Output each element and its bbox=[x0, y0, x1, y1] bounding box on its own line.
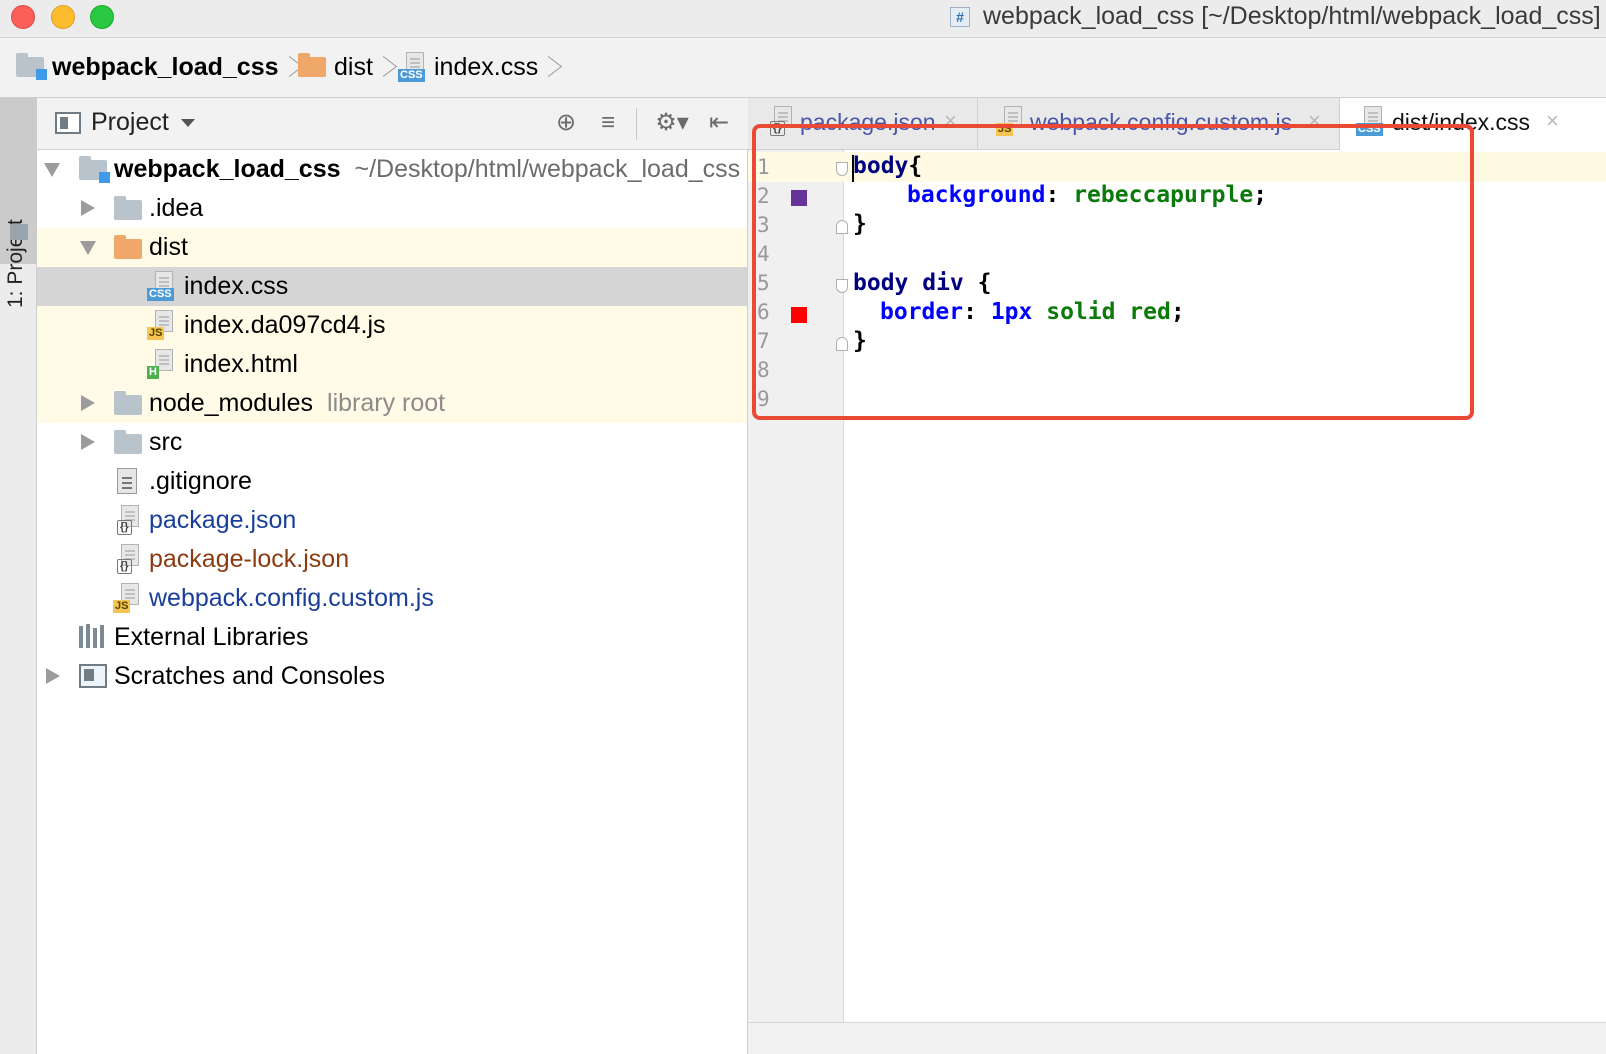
folder-icon bbox=[114, 235, 142, 259]
tree-item-label: .idea bbox=[149, 194, 204, 222]
chevron-right-icon bbox=[381, 52, 393, 82]
tree-item-src[interactable]: src bbox=[37, 423, 747, 462]
tree-item-scratches[interactable]: Scratches and Consoles bbox=[37, 657, 747, 696]
collapse-all-icon[interactable]: ≡ bbox=[594, 110, 622, 138]
css-file-icon: # bbox=[950, 7, 970, 27]
project-panel-title: Project bbox=[91, 108, 169, 136]
tree-item-label: node_modules library root bbox=[149, 389, 446, 417]
expand-arrow-icon[interactable] bbox=[80, 241, 96, 255]
libraries-icon bbox=[79, 624, 107, 648]
folder-icon bbox=[114, 430, 142, 454]
settings-icon[interactable]: ⚙▾ bbox=[652, 110, 692, 138]
minimize-window-button[interactable] bbox=[51, 5, 75, 29]
tree-item-dist[interactable]: dist bbox=[37, 228, 747, 267]
project-tree: webpack_load_css ~/Desktop/html/webpack_l… bbox=[37, 150, 748, 1054]
hide-panel-icon[interactable]: ⇤ bbox=[705, 110, 733, 138]
tree-item-idea[interactable]: .idea bbox=[37, 189, 747, 228]
module-folder-icon bbox=[16, 53, 47, 80]
breadcrumb-item-project[interactable]: webpack_load_css bbox=[16, 50, 299, 84]
tree-item-index-css[interactable]: CSS index.css bbox=[37, 267, 747, 306]
tree-item-label: index.html bbox=[184, 350, 298, 378]
project-view-icon bbox=[55, 111, 81, 134]
close-tab-icon[interactable]: × bbox=[1546, 108, 1559, 134]
tree-item-package-json[interactable]: {} package.json bbox=[37, 501, 747, 540]
tool-window-strip: 1: Project bbox=[0, 98, 37, 1054]
folder-icon bbox=[114, 196, 142, 220]
tree-item-package-lock[interactable]: {} package-lock.json bbox=[37, 540, 747, 579]
expand-arrow-icon[interactable] bbox=[46, 668, 60, 684]
folder-icon bbox=[298, 53, 326, 77]
tree-item-label: dist bbox=[149, 233, 188, 261]
tree-item-label: webpack.config.custom.js bbox=[149, 584, 434, 612]
tree-item-gitignore[interactable]: .gitignore bbox=[37, 462, 747, 501]
project-tool-tab[interactable]: 1: Project bbox=[0, 98, 37, 308]
chevron-right-icon bbox=[546, 52, 558, 82]
breadcrumb: webpack_load_css dist CSS index.css bbox=[0, 38, 1606, 98]
tree-item-external-libraries[interactable]: External Libraries bbox=[37, 618, 747, 657]
close-window-button[interactable] bbox=[11, 5, 35, 29]
project-path: ~/Desktop/html/webpack_load_css bbox=[354, 155, 741, 183]
expand-arrow-icon[interactable] bbox=[81, 395, 95, 411]
breadcrumb-label: webpack_load_css bbox=[52, 52, 279, 81]
library-root-hint: library root bbox=[327, 389, 446, 417]
tree-item-label: index.css bbox=[184, 272, 289, 300]
breadcrumb-item-dist[interactable]: dist bbox=[298, 50, 393, 84]
tree-item-root[interactable]: webpack_load_css ~/Desktop/html/webpack_l… bbox=[37, 150, 747, 189]
locate-icon[interactable]: ⊕ bbox=[552, 110, 580, 138]
tree-item-index-html[interactable]: H index.html bbox=[37, 345, 747, 384]
js-file-icon: JS bbox=[113, 583, 143, 613]
breadcrumb-item-index-css[interactable]: CSS index.css bbox=[398, 50, 558, 84]
html-file-icon: H bbox=[147, 349, 177, 379]
tree-item-node-modules[interactable]: node_modules library root bbox=[37, 384, 747, 423]
tree-item-label: External Libraries bbox=[114, 623, 309, 651]
text-file-icon bbox=[117, 468, 137, 494]
tree-item-label: .gitignore bbox=[149, 467, 252, 495]
tree-item-label: Scratches and Consoles bbox=[114, 662, 385, 690]
module-folder-icon bbox=[79, 156, 110, 183]
expand-arrow-icon[interactable] bbox=[81, 434, 95, 450]
toolbar-divider bbox=[636, 108, 637, 140]
title-bar: # webpack_load_css [~/Desktop/html/webpa… bbox=[0, 0, 1606, 38]
tree-item-label: index.da097cd4.js bbox=[184, 311, 386, 339]
maximize-window-button[interactable] bbox=[90, 5, 114, 29]
scratches-icon bbox=[79, 664, 107, 688]
chevron-right-icon bbox=[287, 52, 299, 82]
json-file-icon: {} bbox=[113, 544, 143, 574]
expand-arrow-icon[interactable] bbox=[44, 163, 60, 177]
horizontal-scrollbar[interactable] bbox=[748, 1022, 1606, 1054]
window-title: webpack_load_css [~/Desktop/html/webpack… bbox=[983, 2, 1601, 30]
tree-item-label: package-lock.json bbox=[149, 545, 350, 573]
folder-icon bbox=[114, 391, 142, 415]
breadcrumb-label: index.css bbox=[434, 52, 539, 81]
project-tool-icon bbox=[10, 224, 28, 240]
project-tool-label: 1: Project bbox=[4, 219, 27, 308]
tree-item-label: webpack_load_css ~/Desktop/html/webpack_l… bbox=[114, 155, 741, 183]
breadcrumb-label: dist bbox=[334, 52, 373, 81]
tree-item-index-js[interactable]: JS index.da097cd4.js bbox=[37, 306, 747, 345]
css-file-icon: CSS bbox=[147, 271, 177, 301]
project-panel-header: Project ⊕ ≡ ⚙▾ ⇤ bbox=[37, 98, 748, 150]
project-view-selector[interactable]: Project bbox=[55, 108, 195, 137]
tree-item-label: src bbox=[149, 428, 183, 456]
chevron-down-icon bbox=[180, 118, 195, 127]
tree-item-label: package.json bbox=[149, 506, 297, 534]
tree-item-webpack-config[interactable]: JS webpack.config.custom.js bbox=[37, 579, 747, 618]
expand-arrow-icon[interactable] bbox=[81, 200, 95, 216]
css-file-icon: CSS bbox=[398, 52, 428, 82]
annotation-highlight-box bbox=[752, 124, 1474, 420]
json-file-icon: {} bbox=[113, 505, 143, 535]
js-file-icon: JS bbox=[147, 310, 177, 340]
